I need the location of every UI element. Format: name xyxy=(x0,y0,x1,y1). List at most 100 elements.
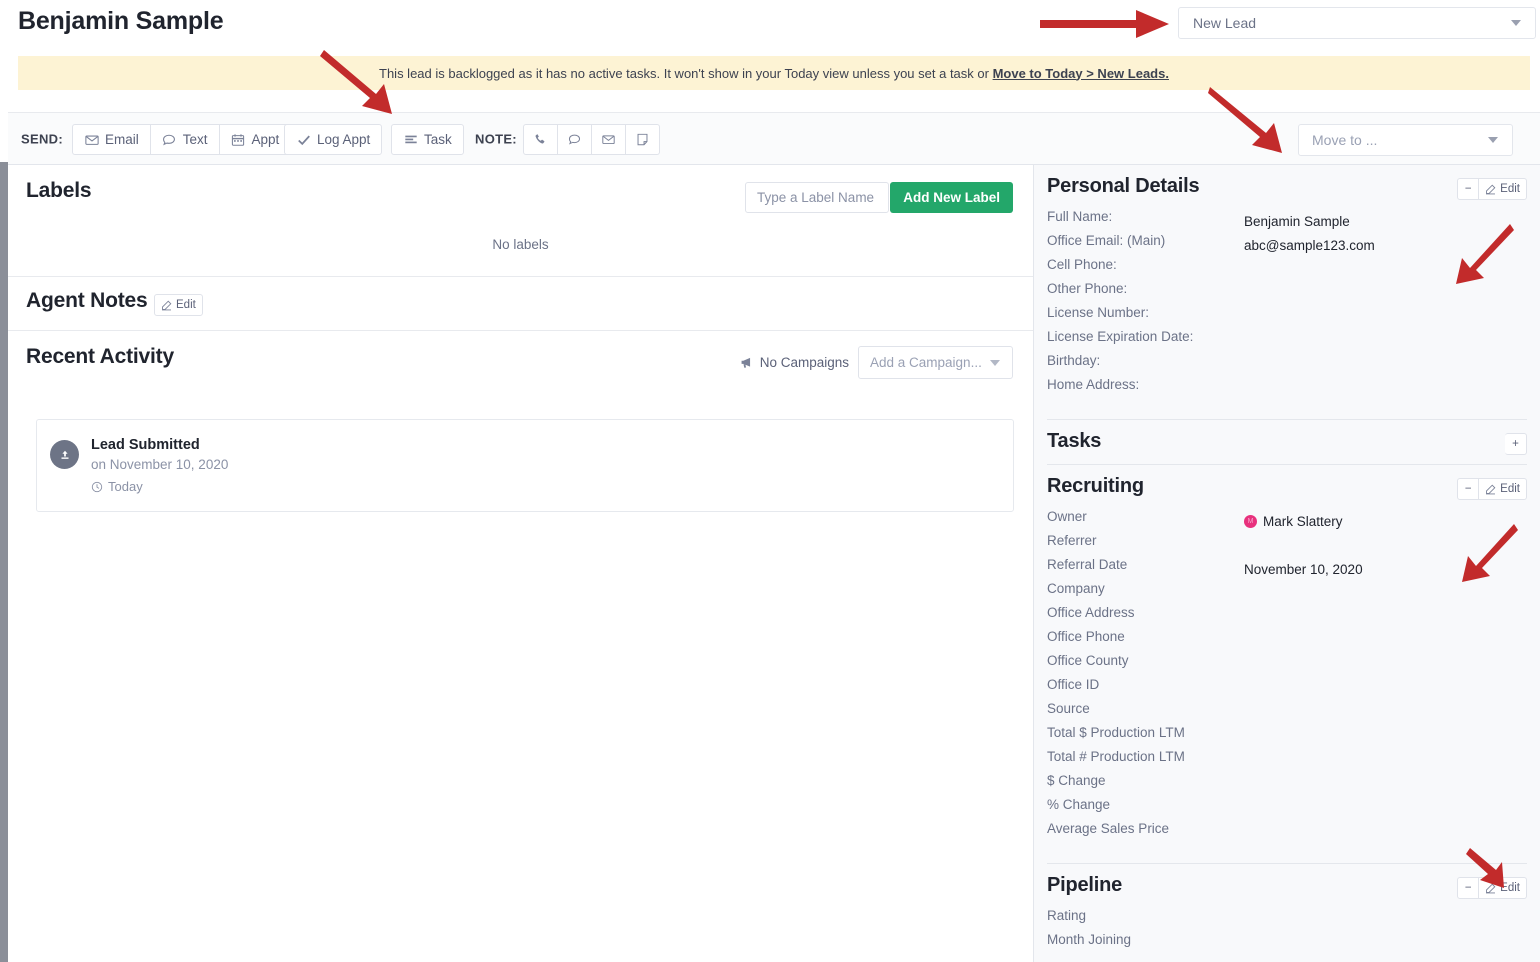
field-value-text: November 10, 2020 xyxy=(1244,561,1363,577)
field-row: Cell Phone: xyxy=(1047,257,1527,281)
field-value: abc@sample123.com xyxy=(1244,233,1375,257)
personal-details-header: Personal Details − Edit xyxy=(1047,165,1527,209)
move-to-today-link[interactable]: Move to Today > New Leads. xyxy=(993,66,1169,81)
field-row: Referrer xyxy=(1047,533,1527,557)
personal-details-fields: Full Name: Benjamin Sample Office Email: (… xyxy=(1047,209,1527,401)
field-key: % Change xyxy=(1047,797,1111,812)
field-row: Office Address xyxy=(1047,605,1527,629)
recruiting-collapse-button[interactable]: − xyxy=(1457,478,1480,500)
add-new-label-button[interactable]: Add New Label xyxy=(890,182,1013,213)
agent-notes-edit-label: Edit xyxy=(176,299,196,311)
send-appt-button[interactable]: Appt xyxy=(219,124,292,155)
field-row: Referral Date November 10, 2020 xyxy=(1047,557,1527,581)
pipeline-header: Pipeline − Edit xyxy=(1047,864,1527,908)
note-email-button[interactable] xyxy=(592,124,626,155)
tasks-actions: + xyxy=(1505,433,1527,455)
activity-timestamp: Today xyxy=(91,479,143,494)
send-label: SEND: xyxy=(21,131,63,146)
labels-title: Labels xyxy=(26,179,92,202)
note-icon xyxy=(635,132,650,147)
pencil-icon xyxy=(161,300,172,311)
envelope-icon xyxy=(601,132,616,147)
activity-item[interactable]: Lead Submitted on November 10, 2020 Toda… xyxy=(36,419,1014,512)
field-key: Full Name: xyxy=(1047,209,1113,224)
activity-title: Lead Submitted xyxy=(91,437,200,453)
field-key: Total $ Production LTM xyxy=(1047,725,1185,740)
recruiting-fields: Owner M Mark Slattery Referrer Referral Date… xyxy=(1047,509,1527,845)
personal-details-title: Personal Details xyxy=(1047,175,1200,197)
agent-notes-section: Agent Notes Edit xyxy=(8,277,1033,331)
speech-bubble-icon xyxy=(162,132,177,147)
details-panel: Personal Details − Edit Full Name: Benjam… xyxy=(1034,165,1540,962)
add-task-button[interactable]: + xyxy=(1505,433,1527,455)
log-appt-label: Log Appt xyxy=(317,132,371,147)
send-button-group: Email Text Appt xyxy=(72,124,292,155)
field-row: Office Phone xyxy=(1047,629,1527,653)
add-campaign-dropdown[interactable]: Add a Campaign... xyxy=(858,346,1013,379)
field-row: License Expiration Date: xyxy=(1047,329,1527,353)
field-key: License Expiration Date: xyxy=(1047,329,1194,344)
personal-details-edit-button[interactable]: Edit xyxy=(1479,178,1527,200)
field-value-text: abc@sample123.com xyxy=(1244,237,1375,253)
activity-when-label: Today xyxy=(108,479,143,494)
send-email-label: Email xyxy=(105,132,139,147)
recruiting-section: Recruiting − Edit Owner M Mark Slattery Ref… xyxy=(1034,465,1540,863)
note-note-button[interactable] xyxy=(626,124,660,155)
field-row: License Number: xyxy=(1047,305,1527,329)
envelope-icon xyxy=(84,132,99,147)
field-key: Company xyxy=(1047,581,1105,596)
recruiting-edit-button[interactable]: Edit xyxy=(1479,478,1527,500)
backlog-banner-text: This lead is backlogged as it has no act… xyxy=(379,66,1169,81)
chevron-down-icon xyxy=(1488,137,1498,143)
recruiting-edit-label: Edit xyxy=(1500,483,1520,495)
field-key: Referral Date xyxy=(1047,557,1128,572)
field-key: Rating xyxy=(1047,908,1087,923)
clock-icon xyxy=(91,481,103,493)
personal-details-collapse-button[interactable]: − xyxy=(1457,178,1480,200)
field-row: $ Change xyxy=(1047,773,1527,797)
pencil-icon xyxy=(1485,883,1496,894)
task-list-icon xyxy=(403,132,418,147)
pipeline-collapse-button[interactable]: − xyxy=(1457,877,1480,899)
field-row: Office Email: (Main) abc@sample123.com xyxy=(1047,233,1527,257)
field-row: Month Joining xyxy=(1047,932,1527,956)
pipeline-fields: Rating Month Joining xyxy=(1047,908,1527,956)
log-appt-button[interactable]: Log Appt xyxy=(284,124,383,155)
note-button-group xyxy=(523,124,660,155)
field-key: Office Email: (Main) xyxy=(1047,233,1166,248)
agent-notes-edit-button[interactable]: Edit xyxy=(154,294,203,316)
send-email-button[interactable]: Email xyxy=(72,124,151,155)
personal-details-edit-label: Edit xyxy=(1500,183,1520,195)
lead-status-dropdown[interactable]: New Lead xyxy=(1178,7,1536,39)
page-title: Benjamin Sample xyxy=(18,7,224,35)
move-to-placeholder: Move to ... xyxy=(1312,132,1378,148)
field-key: Birthday: xyxy=(1047,353,1101,368)
field-value: M Mark Slattery xyxy=(1244,509,1343,533)
pipeline-edit-button[interactable]: Edit xyxy=(1479,877,1527,899)
upload-icon xyxy=(50,440,79,469)
send-text-button[interactable]: Text xyxy=(150,124,220,155)
label-name-input[interactable] xyxy=(745,182,889,213)
labels-section: Labels Add New Label No labels xyxy=(8,165,1033,277)
field-key: Office County xyxy=(1047,653,1129,668)
campaign-controls: No Campaigns Add a Campaign... xyxy=(740,346,1013,379)
note-call-button[interactable] xyxy=(523,124,558,155)
tasks-title: Tasks xyxy=(1047,430,1102,452)
no-campaigns-status: No Campaigns xyxy=(740,355,849,370)
move-to-dropdown[interactable]: Move to ... xyxy=(1298,124,1513,156)
note-text-button[interactable] xyxy=(558,124,592,155)
field-key: Referrer xyxy=(1047,533,1097,548)
task-button[interactable]: Task xyxy=(391,124,464,155)
avatar: M xyxy=(1244,514,1257,528)
field-value: Benjamin Sample xyxy=(1244,209,1350,233)
field-row: Home Address: xyxy=(1047,377,1527,401)
send-text-label: Text xyxy=(182,132,208,147)
field-row: Total $ Production LTM xyxy=(1047,725,1527,749)
sidebar-top-spacer xyxy=(0,0,8,162)
pipeline-section: Pipeline − Edit Rating Month Joining xyxy=(1034,864,1540,956)
field-row: Birthday: xyxy=(1047,353,1527,377)
pencil-icon xyxy=(1485,184,1496,195)
field-row: Average Sales Price xyxy=(1047,821,1527,845)
field-key: Office Phone xyxy=(1047,629,1125,644)
pipeline-title: Pipeline xyxy=(1047,874,1123,896)
